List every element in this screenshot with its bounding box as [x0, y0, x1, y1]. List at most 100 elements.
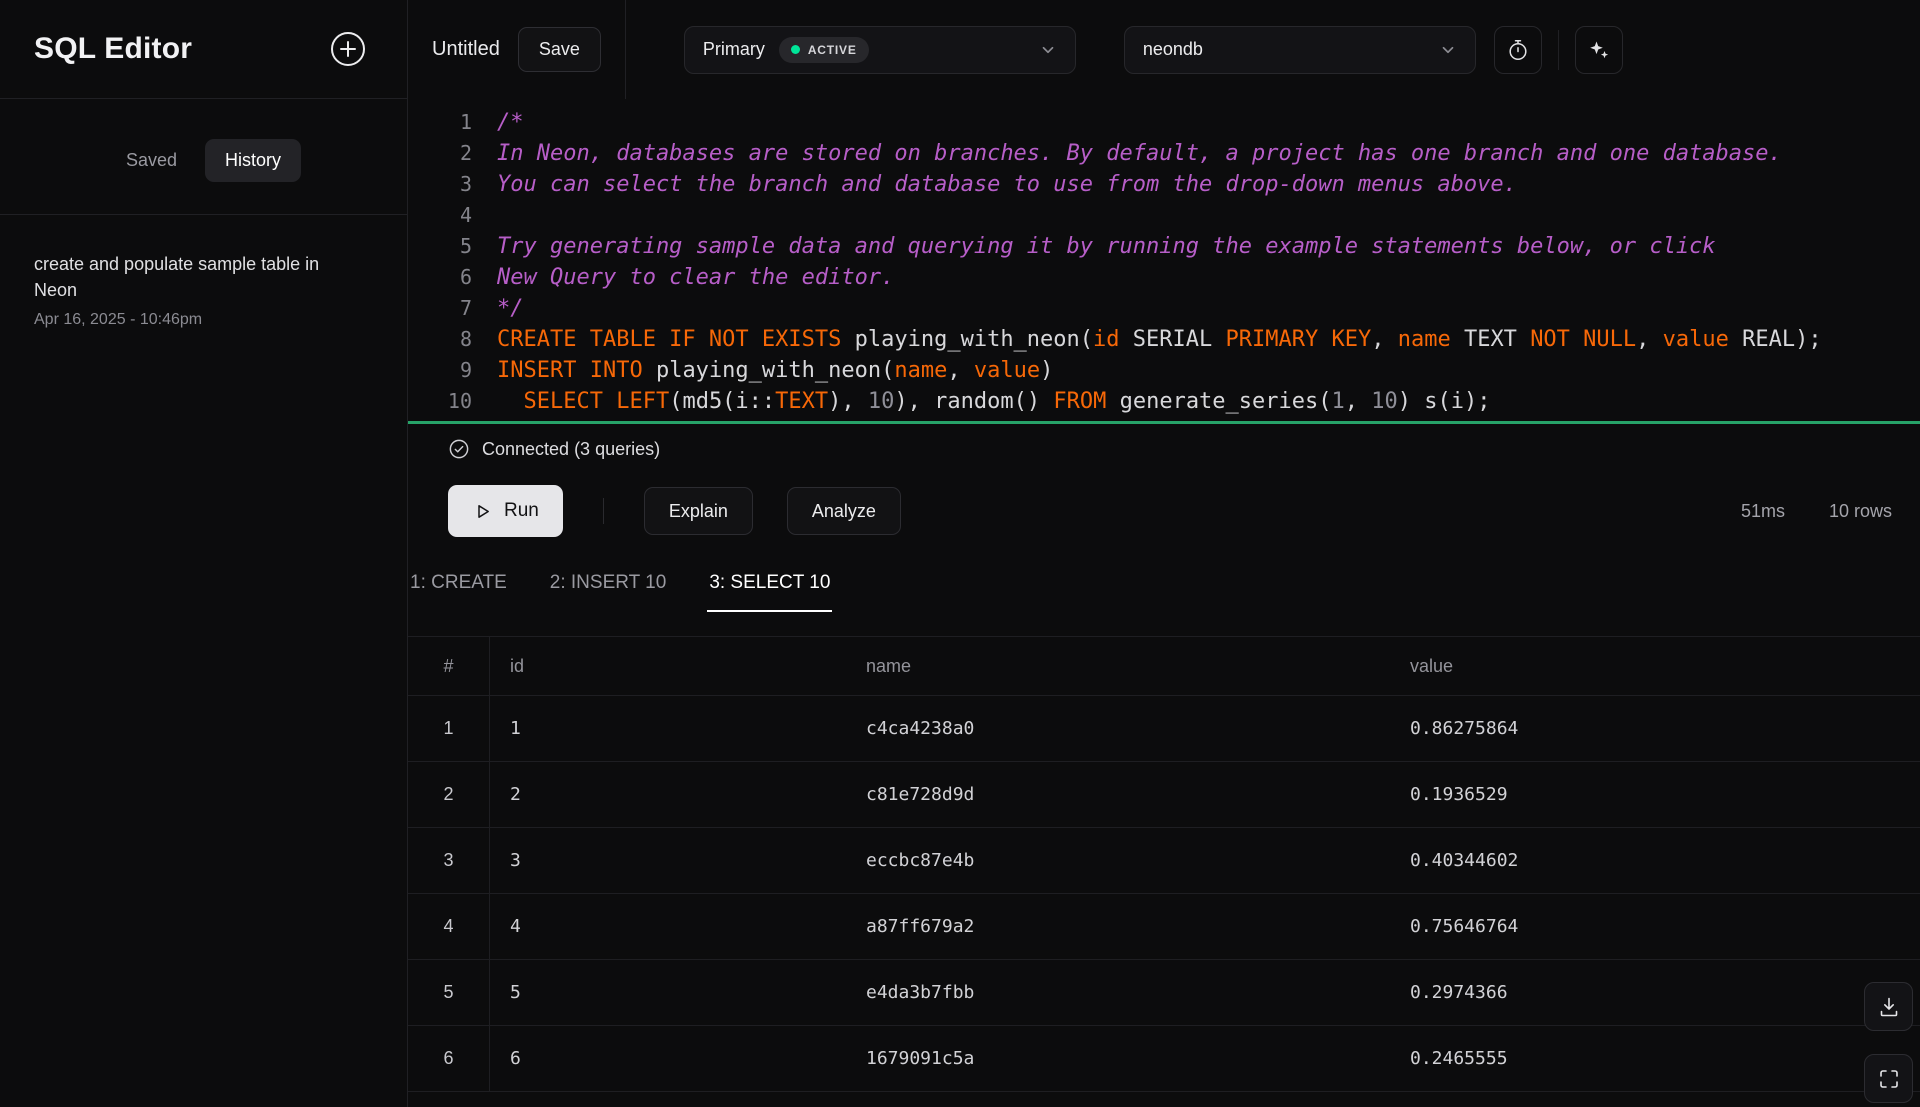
- table-row[interactable]: 661679091c5a0.2465555: [408, 1026, 1920, 1092]
- code-line[interactable]: 8CREATE TABLE IF NOT EXISTS playing_with…: [408, 324, 1920, 355]
- toolbar-divider: [1558, 30, 1559, 70]
- table-cell: 5: [490, 960, 846, 1025]
- code-text: INSERT INTO playing_with_neon(name, valu…: [472, 355, 1053, 386]
- code-text: /*: [472, 107, 524, 138]
- connection-status: Connected (3 queries): [408, 424, 1920, 474]
- query-stats: 51ms 10 rows: [1741, 501, 1892, 522]
- code-line[interactable]: 6New Query to clear the editor.: [408, 262, 1920, 293]
- row-number: 4: [408, 894, 490, 959]
- new-query-button[interactable]: [325, 26, 371, 72]
- table-cell: c81e728d9d: [846, 762, 1390, 827]
- query-row-count: 10 rows: [1829, 501, 1892, 522]
- table-row[interactable]: 55e4da3b7fbb0.2974366: [408, 960, 1920, 1026]
- column-header-name: name: [846, 637, 1390, 695]
- table-row[interactable]: 11c4ca4238a00.86275864: [408, 696, 1920, 762]
- table-cell: 1679091c5a: [846, 1026, 1390, 1091]
- code-text: In Neon, databases are stored on branche…: [472, 138, 1782, 169]
- table-cell: 6: [490, 1026, 846, 1091]
- line-number: 7: [408, 293, 472, 324]
- table-row[interactable]: 33eccbc87e4b0.40344602: [408, 828, 1920, 894]
- code-text: New Query to clear the editor.: [472, 262, 894, 293]
- table-cell: 0.2974366: [1390, 960, 1920, 1025]
- explain-button[interactable]: Explain: [644, 487, 753, 535]
- query-name: Untitled: [432, 38, 500, 61]
- app-window: SQL Editor SavedHistory create and popul…: [0, 0, 1920, 1107]
- code-line[interactable]: 10 SELECT LEFT(md5(i::TEXT), 10), random…: [408, 386, 1920, 417]
- plus-circle-icon: [328, 29, 368, 69]
- chevron-down-icon: [1039, 41, 1057, 59]
- fullscreen-button[interactable]: [1864, 1054, 1913, 1103]
- page-title: SQL Editor: [34, 32, 192, 66]
- table-cell: 3: [490, 828, 846, 893]
- main-panel: Untitled Save Primary ACTIVE neondb: [408, 0, 1920, 1107]
- row-number: 1: [408, 696, 490, 761]
- results-table: #idnamevalue 11c4ca4238a00.8627586422c81…: [408, 636, 1920, 1092]
- table-cell: 0.1936529: [1390, 762, 1920, 827]
- table-row[interactable]: 44a87ff679a20.75646764: [408, 894, 1920, 960]
- column-header-value: value: [1390, 637, 1920, 695]
- history-item[interactable]: create and populate sample table in Neon…: [34, 251, 373, 329]
- branch-status-label: ACTIVE: [808, 43, 857, 57]
- line-number: 10: [408, 386, 472, 417]
- code-text: Try generating sample data and querying …: [472, 231, 1716, 262]
- table-cell: 0.86275864: [1390, 696, 1920, 761]
- sidebar-tab-saved[interactable]: Saved: [106, 139, 197, 182]
- table-cell: 4: [490, 894, 846, 959]
- code-line[interactable]: 7*/: [408, 293, 1920, 324]
- line-number: 4: [408, 200, 472, 231]
- run-button[interactable]: Run: [448, 485, 563, 537]
- history-item-title: create and populate sample table in Neon: [34, 251, 334, 303]
- code-line[interactable]: 2In Neon, databases are stored on branch…: [408, 138, 1920, 169]
- sql-editor[interactable]: 1/*2In Neon, databases are stored on bra…: [408, 99, 1920, 417]
- sidebar-tab-history[interactable]: History: [205, 139, 301, 182]
- row-number: 5: [408, 960, 490, 1025]
- play-icon: [472, 501, 493, 522]
- floating-buttons: [1864, 982, 1913, 1103]
- table-row[interactable]: 22c81e728d9d0.1936529: [408, 762, 1920, 828]
- code-line[interactable]: 3You can select the branch and database …: [408, 169, 1920, 200]
- code-line[interactable]: 9INSERT INTO playing_with_neon(name, val…: [408, 355, 1920, 386]
- analyze-button[interactable]: Analyze: [787, 487, 901, 535]
- sidebar-tabs: SavedHistory: [0, 139, 407, 182]
- toolbar-divider: [625, 0, 626, 99]
- database-selector-value: neondb: [1143, 39, 1203, 60]
- table-cell: 0.2465555: [1390, 1026, 1920, 1091]
- history-item-timestamp: Apr 16, 2025 - 10:46pm: [34, 311, 373, 329]
- line-number: 9: [408, 355, 472, 386]
- download-results-button[interactable]: [1864, 982, 1913, 1031]
- active-dot-icon: [791, 45, 800, 54]
- code-line[interactable]: 5Try generating sample data and querying…: [408, 231, 1920, 262]
- result-tab-1[interactable]: 1: CREATE: [408, 554, 509, 612]
- table-cell: c4ca4238a0: [846, 696, 1390, 761]
- code-text: You can select the branch and database t…: [472, 169, 1517, 200]
- save-button[interactable]: Save: [518, 27, 601, 72]
- download-icon: [1877, 995, 1901, 1019]
- table-cell: 0.40344602: [1390, 828, 1920, 893]
- code-line[interactable]: 1/*: [408, 107, 1920, 138]
- result-tab-2[interactable]: 2: INSERT 10: [548, 554, 669, 612]
- stopwatch-icon: [1506, 38, 1530, 62]
- query-history-button[interactable]: [1494, 26, 1542, 74]
- results-header-row: #idnamevalue: [408, 636, 1920, 696]
- query-duration: 51ms: [1741, 501, 1785, 522]
- result-tabs: 1: CREATE 2: INSERT 10 3: SELECT 10: [408, 554, 1920, 612]
- branch-selector-value: Primary: [703, 39, 765, 60]
- code-text: CREATE TABLE IF NOT EXISTS playing_with_…: [472, 324, 1822, 355]
- table-cell: eccbc87e4b: [846, 828, 1390, 893]
- code-lines: 1/*2In Neon, databases are stored on bra…: [408, 107, 1920, 417]
- code-line[interactable]: 4: [408, 200, 1920, 231]
- database-selector[interactable]: neondb: [1124, 26, 1476, 74]
- line-number: 2: [408, 138, 472, 169]
- expand-icon: [1877, 1067, 1901, 1091]
- line-number: 8: [408, 324, 472, 355]
- ai-assist-button[interactable]: [1575, 26, 1623, 74]
- result-tab-3[interactable]: 3: SELECT 10: [707, 554, 832, 612]
- sidebar-header: SQL Editor: [0, 0, 407, 99]
- actions-divider: [603, 498, 604, 524]
- sidebar: SQL Editor SavedHistory create and popul…: [0, 0, 408, 1107]
- table-cell: e4da3b7fbb: [846, 960, 1390, 1025]
- line-number: 1: [408, 107, 472, 138]
- branch-selector[interactable]: Primary ACTIVE: [684, 26, 1076, 74]
- table-cell: 2: [490, 762, 846, 827]
- connection-status-label: Connected (3 queries): [482, 439, 660, 460]
